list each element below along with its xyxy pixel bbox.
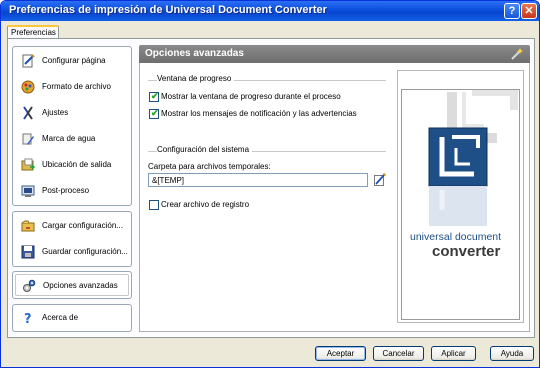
sidebar-item-about[interactable]: ? Acerca de (15, 307, 129, 329)
tab-preferences[interactable]: Preferencias (7, 25, 59, 39)
temp-folder-input[interactable] (148, 173, 368, 187)
system-group-label: Configuración del sistema (157, 145, 253, 154)
sidebar-item-label: Marca de agua (42, 134, 96, 143)
sidebar-group-settings: Configurar página Formato de archivo Aju… (12, 46, 132, 206)
panel-title: Opciones avanzadas (145, 48, 244, 59)
help-icon: ? (24, 312, 32, 325)
page-setup-icon (22, 54, 35, 68)
ok-button[interactable]: Aceptar (315, 346, 366, 361)
udc-logo-graphic: universal document converter (410, 90, 518, 260)
sidebar-item-label: Post-proceso (42, 186, 90, 195)
log-file-label[interactable]: Crear archivo de registro (161, 200, 249, 209)
sidebar-item-label: Ajustes (42, 108, 69, 117)
panel-header: Opciones avanzadas (139, 45, 530, 63)
window-title: Preferencias de impresión de Universal D… (9, 4, 327, 16)
log-file-checkbox[interactable] (149, 200, 159, 210)
edit-path-icon[interactable] (374, 173, 386, 186)
help-button[interactable]: Ayuda (490, 346, 534, 361)
apply-button[interactable]: Aplicar (431, 346, 476, 361)
sidebar-group-about: ? Acerca de (12, 304, 132, 332)
sidebar-item-file-format[interactable]: Formato de archivo (15, 76, 129, 98)
checkmark-icon: ✔ (151, 108, 159, 118)
show-notifications-label[interactable]: Mostrar los mensajes de notificación y l… (161, 109, 357, 118)
sidebar-item-post-process[interactable]: Post-proceso (15, 180, 129, 202)
post-process-icon (21, 185, 35, 197)
title-bar[interactable]: Preferencias de impresión de Universal D… (1, 1, 539, 21)
sidebar-item-save-config[interactable]: Guardar configuración... (15, 241, 129, 263)
sidebar-item-watermark[interactable]: Marca de agua (15, 128, 129, 150)
adjustments-icon (23, 106, 33, 120)
magic-wand-icon[interactable] (510, 47, 524, 61)
sidebar-item-page-setup[interactable]: Configurar página (15, 50, 129, 72)
logo-line-1: universal document (410, 231, 501, 243)
watermark-icon (22, 133, 34, 145)
logo-line-2: converter (432, 243, 501, 260)
temp-folder-label: Carpeta para archivos temporales: (148, 162, 271, 171)
checkmark-icon: ✔ (151, 91, 159, 101)
show-notifications-checkbox[interactable]: ✔ (149, 108, 159, 119)
sidebar-group-configuration: Cargar configuración... Guardar configur… (12, 211, 132, 267)
sidebar-item-label: Guardar configuración... (42, 247, 128, 256)
sidebar-item-label: Configurar página (42, 56, 106, 65)
sidebar-item-adjustments[interactable]: Ajustes (15, 102, 129, 124)
file-format-icon (21, 80, 35, 94)
cancel-button[interactable]: Cancelar (373, 346, 424, 361)
close-icon[interactable]: ✕ (521, 3, 537, 19)
save-config-icon (21, 245, 35, 259)
output-folder-icon (21, 158, 35, 171)
sidebar-item-label: Formato de archivo (42, 82, 111, 91)
sidebar-item-output-location[interactable]: Ubicación de salida (15, 154, 129, 176)
product-logo: universal document converter (401, 89, 520, 320)
show-progress-label[interactable]: Mostrar la ventana de progreso durante e… (161, 92, 341, 101)
sidebar-item-load-config[interactable]: Cargar configuración... (15, 215, 129, 237)
progress-group-label: Ventana de progreso (157, 74, 235, 83)
svg-text:?: ? (24, 312, 32, 325)
sidebar-item-advanced-options[interactable]: Opciones avanzadas (15, 274, 129, 296)
sidebar-item-label: Cargar configuración... (42, 221, 123, 230)
sidebar-item-label: Acerca de (42, 313, 79, 322)
advanced-options-icon (23, 279, 36, 292)
help-icon[interactable]: ? (504, 3, 520, 19)
sidebar-group-advanced: Opciones avanzadas (12, 271, 132, 299)
printing-preferences-window: Preferencias de impresión de Universal D… (0, 0, 540, 368)
logo-frame: universal document converter (397, 70, 524, 323)
load-config-icon (21, 220, 35, 232)
show-progress-checkbox[interactable]: ✔ (149, 91, 159, 102)
sidebar-item-label: Opciones avanzadas (43, 281, 118, 290)
sidebar-item-label: Ubicación de salida (42, 160, 112, 169)
